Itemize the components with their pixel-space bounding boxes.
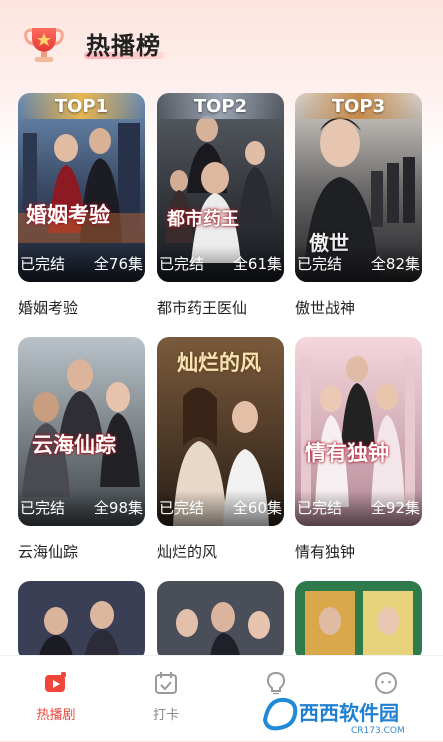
episode-count: 全92集	[370, 499, 420, 517]
poster-image	[295, 581, 422, 661]
poster-title: 灿烂的风	[177, 350, 261, 375]
watermark-brand: 西西软件园	[299, 701, 399, 725]
watermark-logo: 西西软件园 CR173.COM	[259, 694, 439, 736]
calendar-check-icon	[155, 672, 177, 694]
drama-card[interactable]	[18, 581, 145, 661]
page-header: 热播榜	[0, 0, 443, 85]
drama-poster[interactable]: 云海仙踪 已完结 全98集	[18, 337, 145, 526]
drama-poster[interactable]: TOP2 都市药王 已完结 全61集	[157, 93, 284, 282]
drama-title[interactable]: 婚姻考验	[18, 297, 78, 318]
drama-poster[interactable]: TOP1 婚姻考验 已完结 全76集	[18, 93, 145, 282]
site-watermark: 西西软件园 CR173.COM	[255, 690, 443, 738]
status-label: 已完结	[297, 499, 343, 517]
drama-card[interactable]	[157, 581, 284, 661]
episode-count: 全82集	[370, 255, 420, 273]
play-video-icon	[45, 672, 66, 692]
drama-poster[interactable]: 灿烂的风 已完结 全60集	[157, 337, 284, 526]
poster-image	[157, 581, 284, 661]
page-title: 热播榜	[86, 32, 161, 60]
drama-title[interactable]: 灿烂的风	[157, 541, 217, 562]
poster-image	[18, 581, 145, 661]
drama-title[interactable]: 傲世战神	[295, 297, 355, 318]
drama-card[interactable]: 灿烂的风 已完结 全60集 灿烂的风	[157, 337, 284, 561]
status-label: 已完结	[159, 499, 205, 517]
episode-count: 全98集	[93, 499, 143, 517]
drama-card[interactable]: TOP2 都市药王 已完结 全61集 都市药王医仙	[157, 93, 284, 317]
episode-count: 全61集	[232, 255, 282, 273]
trophy-icon	[24, 28, 64, 62]
poster-title: 婚姻考验	[26, 202, 110, 227]
drama-card[interactable]: TOP1 婚姻考验 已完结 全76集 婚姻考验	[18, 93, 145, 317]
tab-label: 热播剧	[36, 708, 76, 723]
drama-poster[interactable]	[157, 581, 284, 661]
tab-checkin[interactable]: 打卡	[126, 670, 206, 723]
rank-badge: TOP1	[18, 93, 145, 119]
status-label: 已完结	[20, 255, 66, 273]
drama-poster[interactable]	[18, 581, 145, 661]
tab-hot-dramas[interactable]: 热播剧	[16, 670, 96, 723]
drama-poster[interactable]: 情有独钟 已完结 全92集	[295, 337, 422, 526]
status-label: 已完结	[297, 255, 343, 273]
poster-title: 情有独钟	[305, 440, 389, 465]
rank-badge: TOP3	[295, 93, 422, 119]
drama-title[interactable]: 云海仙踪	[18, 541, 78, 562]
drama-poster[interactable]	[295, 581, 422, 661]
drama-card[interactable]: TOP3 傲世 已完结 全82集 傲世战神	[295, 93, 422, 317]
drama-title[interactable]: 都市药王医仙	[157, 297, 247, 318]
drama-title[interactable]: 情有独钟	[295, 541, 355, 562]
poster-title: 云海仙踪	[32, 432, 116, 457]
status-label: 已完结	[20, 499, 66, 517]
drama-card[interactable]: 情有独钟 已完结 全92集 情有独钟	[295, 337, 422, 561]
drama-poster[interactable]: TOP3 傲世 已完结 全82集	[295, 93, 422, 282]
drama-card[interactable]	[295, 581, 422, 661]
status-label: 已完结	[159, 255, 205, 273]
episode-count: 全60集	[232, 499, 282, 517]
episode-count: 全76集	[93, 255, 143, 273]
rank-badge: TOP2	[157, 93, 284, 119]
tab-label: 打卡	[152, 708, 179, 723]
drama-card[interactable]: 云海仙踪 已完结 全98集 云海仙踪	[18, 337, 145, 561]
poster-title: 都市药王	[167, 209, 239, 230]
watermark-url: CR173.COM	[351, 726, 405, 736]
